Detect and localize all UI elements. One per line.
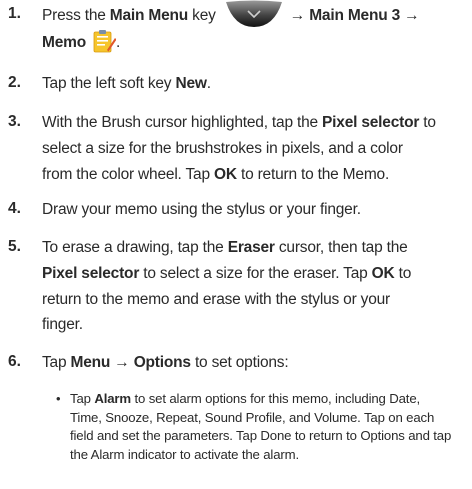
step-number: 5. — [8, 238, 21, 255]
step-number: 3. — [8, 113, 21, 130]
menu-path: → Main Menu 3 → — [289, 7, 420, 25]
main-menu-label: Main Menu — [109, 7, 189, 25]
options-label: Options — [133, 354, 191, 371]
step-text: Tap Menu → Options to set options: — [42, 354, 289, 371]
step-text: Tap the left soft key New. — [42, 75, 211, 92]
menu-label: Menu — [70, 354, 111, 371]
ok-label: OK — [371, 264, 395, 282]
pixel-selector-label: Pixel selector — [42, 264, 140, 282]
step-number: 6. — [8, 353, 21, 370]
main-menu-key-icon — [225, 0, 282, 27]
step-text: Draw your memo using the stylus or your … — [42, 201, 361, 218]
manual-page: 1. Press the Main Menu key → Main Menu 3… — [0, 0, 472, 489]
alarm-label: Alarm — [94, 391, 131, 406]
memo-app-icon — [93, 29, 116, 53]
step-text: Press the Main Menu key → Main Menu 3 → M… — [42, 0, 468, 56]
new-label: New — [175, 75, 207, 92]
step-number: 2. — [8, 74, 21, 91]
memo-label: Memo — [42, 34, 86, 51]
pixel-selector-label: Pixel selector — [322, 114, 420, 131]
eraser-label: Eraser — [227, 239, 275, 256]
step-text: With the Brush cursor highlighted, tap t… — [42, 114, 436, 183]
bullet-marker: • — [56, 391, 61, 406]
ok-label: OK — [214, 166, 237, 183]
step-number: 1. — [8, 5, 21, 22]
step-number: 4. — [8, 200, 21, 217]
alarm-bullet-text: Tap Alarm to set alarm options for this … — [70, 391, 452, 462]
step-text: To erase a drawing, tap the Eraser curso… — [42, 239, 412, 334]
